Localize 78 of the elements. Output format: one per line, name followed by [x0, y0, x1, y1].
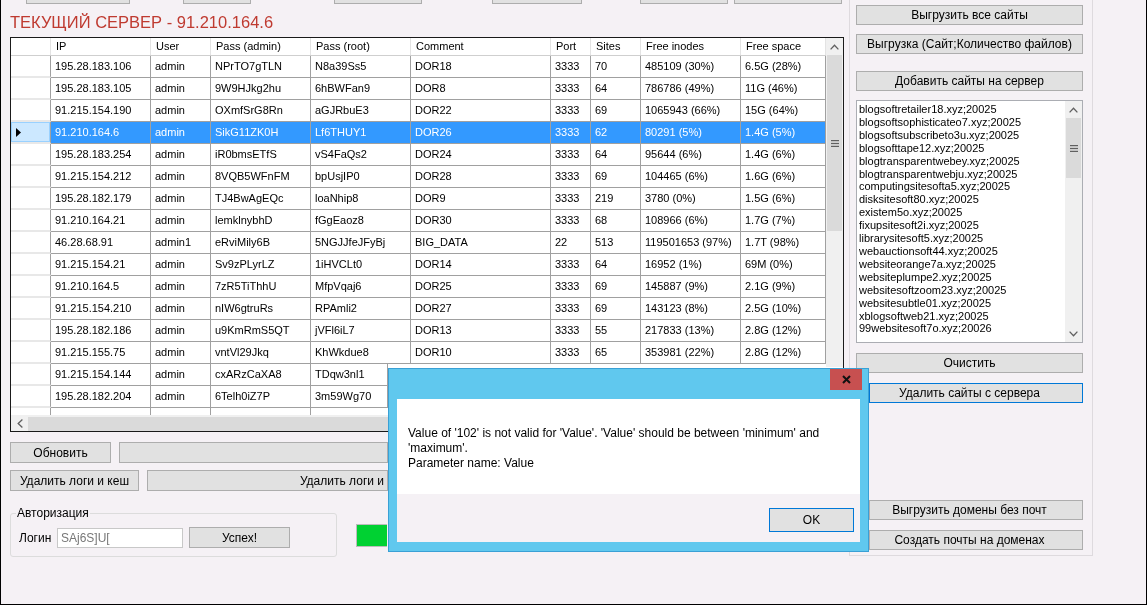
- table-row[interactable]: 195.28.183.105 admin 9W9HJkg2hu 6hBWFan9 DOR8 3333 64 786786 (49%) 11G (46%): [11, 78, 826, 100]
- table-row[interactable]: 91.215.154.21 admin Sv9zPLyrLZ 1iHVCLt0 DOR14 3333 64 16952 (1%) 69M (0%): [11, 254, 826, 276]
- row-header[interactable]: [11, 122, 51, 144]
- vertical-scrollbar[interactable]: [826, 38, 843, 367]
- table-row[interactable]: 91.210.164.21 admin lemklnybhD fGgEaoz8 DOR30 3333 68 108966 (6%) 1.7G (7%): [11, 210, 826, 232]
- site-entry: websitesoftzoom23.xyz;20025: [859, 283, 1008, 297]
- wide-button[interactable]: Удалить логи и: [147, 470, 388, 491]
- close-icon: [841, 375, 851, 384]
- site-entry: websiteplumpe2.xyz;20025: [859, 270, 993, 284]
- scrollbar-thumb[interactable]: [827, 55, 842, 231]
- scrollbar-thumb[interactable]: [1066, 118, 1081, 178]
- grip-icon: [830, 139, 839, 147]
- table-row[interactable]: 195.28.182.179 admin TJ4BwAgEQc loaNhip8 DOR9 3333 219 3780 (0%) 1.5G (6%): [11, 188, 826, 210]
- site-entry: blogtransparentwebey.xyz;20025: [859, 154, 1021, 168]
- field-label: Логин: [19, 530, 53, 545]
- chevron-up-icon[interactable]: [830, 43, 839, 50]
- site-entry: blogtransparentwebju.xyz;20025: [859, 167, 1019, 181]
- cut-off-button[interactable]: [734, 0, 842, 4]
- cut-off-button[interactable]: [26, 0, 130, 4]
- grip-icon: [1069, 144, 1078, 152]
- row-pointer-icon: [16, 127, 21, 137]
- cut-off-button[interactable]: [640, 0, 728, 4]
- chevron-up-icon[interactable]: [1069, 106, 1078, 113]
- site-entry: blogsoftretailer18.xyz;20025: [859, 103, 998, 116]
- cut-off-button[interactable]: [492, 0, 582, 4]
- error-detail: Parameter name: Value: [408, 456, 535, 471]
- site-entry: fixupsitesoft2i.xyz;20025: [859, 219, 980, 233]
- site-entry: blogsoftsophisticateo7.xyz;20025: [859, 115, 1023, 129]
- column-header[interactable]: Pass (root): [311, 38, 411, 55]
- table-row[interactable]: 195.28.183.106 admin NPrTO7gTLN N8a39Ss5 DOR18 3333 70 485109 (30%) 6.5G (28%): [11, 56, 826, 78]
- site-entry: disksitesoft80.xyz;20025: [859, 193, 980, 207]
- table-row[interactable]: 195.28.183.254 admin iR0bmsETfS vS4FaQs2 DOR24 3333 64 95644 (6%) 1.4G (6%): [11, 144, 826, 166]
- site-entry: websitesubtle01.xyz;20025: [859, 296, 993, 310]
- server-title: ТЕКУЩИЙ СЕРВЕР - 91.210.164.6: [10, 12, 274, 32]
- table-row[interactable]: 195.28.182.186 admin u9KmRmS5QT jVFl6iL7 DOR13 3333 55 217833 (13%) 2.8G (12%): [11, 320, 826, 342]
- sites-text-field[interactable]: [856, 100, 1083, 343]
- vertical-scrollbar[interactable]: [1065, 101, 1082, 342]
- cut-off-button[interactable]: [183, 0, 251, 4]
- table-row[interactable]: 91.215.154.190 admin OXmfSrG8Rn aGJRbuE3 DOR22 3333 69 1065943 (66%) 15G (64%): [11, 100, 826, 122]
- site-entry: 99websitesoft7o.xyz;20026: [859, 322, 993, 336]
- column-header[interactable]: IP: [51, 38, 151, 55]
- panel-button[interactable]: Добавить сайты на сервер: [856, 71, 1083, 91]
- chevron-left-icon[interactable]: [16, 419, 23, 428]
- site-entry: xblogsoftweb21.xyz;20025: [859, 309, 990, 323]
- group-label: Авторизация: [16, 506, 90, 520]
- wide-button[interactable]: [119, 442, 388, 463]
- panel-button[interactable]: Удалить сайты с сервера: [869, 383, 1083, 403]
- site-entry: blogsofttape12.xyz;20025: [859, 141, 986, 155]
- table-row[interactable]: 91.215.154.210 admin nIW6gtruRs RPAmli2 DOR27 3333 69 143123 (8%) 2.5G (10%): [11, 298, 826, 320]
- chevron-down-icon[interactable]: [1069, 330, 1078, 337]
- cut-off-button[interactable]: [334, 0, 422, 4]
- panel-button[interactable]: Очистить: [856, 353, 1083, 373]
- column-header[interactable]: Free inodes: [641, 38, 741, 55]
- column-header[interactable]: Port: [551, 38, 591, 55]
- site-entry: existem5o.xyz;20025: [859, 206, 964, 220]
- table-row[interactable]: 91.215.154.212 admin 8VQB5WFnFM bpUsjIP0 DOR28 3333 69 104465 (6%) 1.6G (6%): [11, 166, 826, 188]
- column-header[interactable]: Comment: [411, 38, 551, 55]
- close-button[interactable]: [830, 369, 862, 390]
- site-entry: librarysitesoft5.xyz;20025: [859, 232, 985, 245]
- action-button[interactable]: Успех!: [189, 527, 290, 548]
- site-entry: webauctionsoft44.xyz;20025: [859, 244, 999, 258]
- column-header[interactable]: Sites: [591, 38, 641, 55]
- panel-button[interactable]: Выгрузить все сайты: [856, 5, 1083, 25]
- column-header[interactable]: User: [151, 38, 211, 55]
- ok-button[interactable]: OK: [769, 508, 854, 532]
- error-message: Value of '102' is not valid for 'Value'. 'Value' should be between 'minimum' and 'maximum'.: [408, 426, 821, 456]
- site-entry: websiteorange7a.xyz;20025: [859, 257, 997, 271]
- table-row[interactable]: 46.28.68.91 admin1 eRviMily6B 5NGJJfeJFyBj BIG_DATA 22 513 119501653 (97%) 1.7T (98%): [11, 232, 826, 254]
- action-button[interactable]: Удалить логи и кеш: [10, 470, 139, 491]
- table-row[interactable]: 91.215.155.75 admin vntVl29Jkq KhWkdue8 DOR10 3333 65 353981 (22%) 2.8G (12%): [11, 342, 826, 364]
- site-entry: blogsoftsubscribeto3u.xyz;20025: [859, 128, 1021, 142]
- table-row[interactable]: 91.210.164.5 admin 7zR5TiThhU MfpVqaj6 DOR25 3333 69 145887 (9%) 2.1G (9%): [11, 276, 826, 298]
- panel-button[interactable]: Создать почты на доменах: [869, 530, 1083, 550]
- action-button[interactable]: Обновить: [10, 442, 111, 463]
- site-entry: computingsitesofta5.xyz;20025: [859, 180, 1012, 194]
- panel-button[interactable]: Выгрузка (Сайт;Количество файлов): [856, 34, 1083, 54]
- column-header[interactable]: Pass (admin): [211, 38, 311, 55]
- panel-button[interactable]: Выгрузить домены без почт: [869, 500, 1083, 520]
